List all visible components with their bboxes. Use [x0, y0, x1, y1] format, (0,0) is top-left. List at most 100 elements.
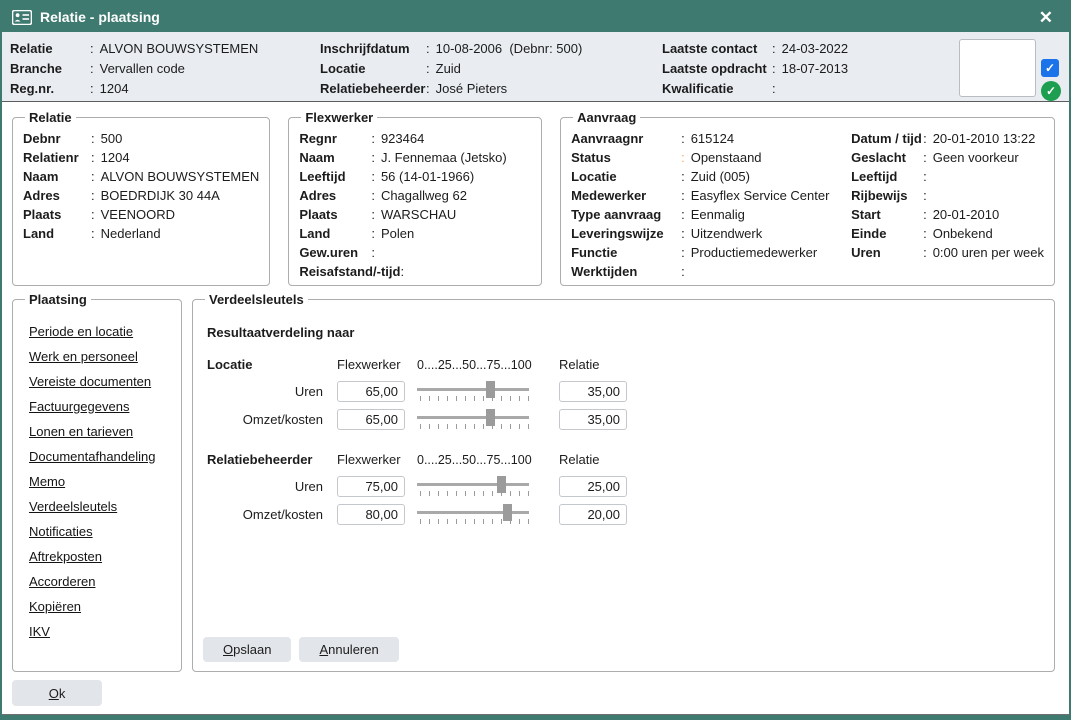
nav-link-documentafhandeling[interactable]: Documentafhandeling [29, 444, 171, 469]
field-value: 500 [101, 129, 123, 148]
field-value: 615124 [691, 129, 734, 148]
allocation-slider[interactable] [417, 502, 529, 526]
slider-ticks [420, 491, 529, 496]
window-title: Relatie - plaatsing [40, 9, 160, 25]
plaatsing-panel-legend: Plaatsing [25, 292, 91, 307]
field-value: 1204 [101, 148, 130, 167]
field-value: 20-01-2010 [933, 205, 1000, 224]
nav-link-ikv[interactable]: IKV [29, 619, 171, 644]
allocation-slider[interactable] [417, 407, 529, 431]
allocation-group-locatie: Locatie Flexwerker 0....25...50...75...1… [203, 357, 1044, 435]
field-value: J. Fennemaa (Jetsko) [381, 148, 507, 167]
allocation-row-omzet-kosten: Omzet/kosten [207, 502, 1044, 526]
flexwerker-panel: Flexwerker Regnr923464 NaamJ. Fennemaa (… [288, 110, 542, 286]
field-label: Naam [299, 148, 371, 167]
plaatsing-nav-panel: Plaatsing Periode en locatie Werk en per… [12, 292, 182, 672]
flexwerker-value-input[interactable] [337, 504, 405, 525]
nav-link-werk-en-personeel[interactable]: Werk en personeel [29, 344, 171, 369]
header-row: Reg.nr.1204 [10, 79, 320, 99]
field-label: Adres [23, 186, 91, 205]
field-label: Laatste opdracht [662, 59, 772, 79]
checkbox-checked-icon[interactable]: ✓ [1041, 59, 1059, 77]
field-label: Aanvraagnr [571, 129, 681, 148]
field-row: LocatieZuid (005) [571, 167, 851, 186]
header-column-registration: Inschrijfdatum10-08-2006 (Debnr: 500) Lo… [320, 39, 662, 99]
field-label: Land [299, 224, 371, 243]
field-label: Reg.nr. [10, 79, 90, 99]
field-label: Leeftijd [851, 167, 923, 186]
field-label: Adres [299, 186, 371, 205]
field-label: Uren [851, 243, 923, 262]
relatie-panel-legend: Relatie [25, 110, 76, 125]
allocation-slider[interactable] [417, 379, 529, 403]
field-value: Vervallen code [100, 59, 185, 79]
field-label: Naam [23, 167, 91, 186]
field-label: Leveringswijze [571, 224, 681, 243]
slider-ticks [420, 519, 529, 524]
relatie-value-input[interactable] [559, 476, 627, 497]
row-label: Uren [295, 479, 325, 494]
cancel-button[interactable]: Annuleren [299, 637, 398, 662]
save-button[interactable]: Opslaan [203, 637, 291, 662]
result-distribution-heading: Resultaatverdeling naar [207, 325, 1044, 340]
field-row: MedewerkerEasyflex Service Center [571, 186, 851, 205]
slider-ticks [420, 424, 529, 429]
nav-link-kopieren[interactable]: Kopiëren [29, 594, 171, 619]
field-label: Branche [10, 59, 90, 79]
field-label: Land [23, 224, 91, 243]
header-row: Inschrijfdatum10-08-2006 (Debnr: 500) [320, 39, 662, 59]
field-value: WARSCHAU [381, 205, 456, 224]
nav-link-periode-en-locatie[interactable]: Periode en locatie [29, 319, 171, 344]
nav-link-factuurgegevens[interactable]: Factuurgegevens [29, 394, 171, 419]
relatie-value-input[interactable] [559, 409, 627, 430]
header-column-relation: RelatieALVON BOUWSYSTEMEN BrancheVervall… [10, 39, 320, 99]
relatie-value-input[interactable] [559, 504, 627, 525]
field-row: NaamALVON BOUWSYSTEMEN [23, 167, 259, 186]
group-name: Locatie [207, 357, 253, 372]
field-label: Geslacht [851, 148, 923, 167]
field-value: 24-03-2022 [782, 39, 849, 59]
nav-link-lonen-en-tarieven[interactable]: Lonen en tarieven [29, 419, 171, 444]
flexwerker-value-input[interactable] [337, 409, 405, 430]
allocation-group-header: Locatie Flexwerker 0....25...50...75...1… [207, 357, 1044, 372]
flexwerker-panel-legend: Flexwerker [301, 110, 377, 125]
field-row: Land Nederland [23, 224, 259, 243]
field-value: Easyflex Service Center [691, 186, 830, 205]
field-value: José Pieters [436, 79, 508, 99]
field-value: 10-08-2006 (Debnr: 500) [436, 39, 583, 59]
header-row: Laatste contact24-03-2022 [662, 39, 920, 59]
allocation-row-uren: Uren [207, 474, 1044, 498]
field-row: Debnr500 [23, 129, 259, 148]
nav-link-notificaties[interactable]: Notificaties [29, 519, 171, 544]
main-content: Relatie Debnr500 Relatienr1204 NaamALVON… [2, 102, 1069, 714]
field-label: Gew.uren [299, 243, 371, 262]
field-row: FunctieProductiemedewerker [571, 243, 851, 262]
aanvraag-panel-legend: Aanvraag [573, 110, 640, 125]
flexwerker-value-input[interactable] [337, 381, 405, 402]
field-value: Uitzendwerk [691, 224, 763, 243]
field-value: Nederland [101, 224, 161, 243]
nav-link-aftrekposten[interactable]: Aftrekposten [29, 544, 171, 569]
field-label: Status [571, 148, 681, 167]
slider-track [417, 483, 529, 486]
ok-button[interactable]: Ok [12, 680, 102, 706]
header-row: LocatieZuid [320, 59, 662, 79]
field-row: Uren0:00 uren per week [851, 243, 1044, 262]
field-value: Productiemedewerker [691, 243, 817, 262]
nav-link-accorderen[interactable]: Accorderen [29, 569, 171, 594]
allocation-row-omzet-kosten: Omzet/kosten [207, 407, 1044, 431]
window-bottom-border [2, 714, 1069, 718]
flexwerker-value-input[interactable] [337, 476, 405, 497]
close-icon[interactable]: ✕ [1035, 7, 1057, 28]
allocation-slider[interactable] [417, 474, 529, 498]
field-value: Chagallweg 62 [381, 186, 467, 205]
nav-link-memo[interactable]: Memo [29, 469, 171, 494]
field-row: Start20-01-2010 [851, 205, 1044, 224]
field-row: StatusOpenstaand [571, 148, 851, 167]
nav-link-vereiste-documenten[interactable]: Vereiste documenten [29, 369, 171, 394]
field-value: 56 (14-01-1966) [381, 167, 474, 186]
aanvraag-right-column: Datum / tijd20-01-2010 13:22 GeslachtGee… [851, 129, 1044, 281]
field-label: Regnr [299, 129, 371, 148]
nav-link-verdeelsleutels[interactable]: Verdeelsleutels [29, 494, 171, 519]
relatie-value-input[interactable] [559, 381, 627, 402]
